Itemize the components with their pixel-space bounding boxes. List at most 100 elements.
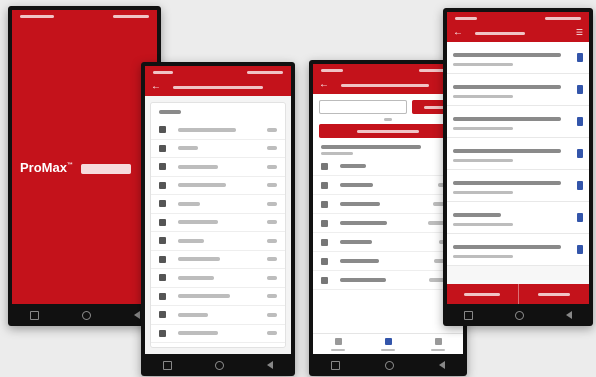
brand-title: ProMax™ — [20, 160, 131, 175]
details-row[interactable] — [151, 140, 285, 158]
system-nav-bar — [141, 354, 295, 376]
status-bar — [447, 12, 589, 24]
row-icon — [159, 329, 166, 337]
search-input[interactable] — [319, 100, 407, 114]
row-icon — [159, 163, 166, 171]
details-row[interactable] — [151, 288, 285, 306]
app-bar: ← — [313, 76, 463, 94]
app-bar: ← — [145, 78, 291, 96]
brand-name-tail — [80, 163, 131, 174]
document-item[interactable] — [447, 138, 589, 170]
list-item[interactable] — [313, 252, 463, 271]
list-item[interactable] — [313, 195, 463, 214]
status-bar — [313, 64, 463, 76]
home-icon[interactable] — [214, 360, 224, 370]
list-item[interactable] — [313, 157, 463, 176]
row-icon — [159, 181, 166, 189]
details-row[interactable] — [151, 232, 285, 251]
back-icon[interactable] — [566, 311, 572, 319]
document-item[interactable] — [447, 202, 589, 234]
tab-2[interactable] — [381, 337, 395, 351]
recent-apps-icon[interactable] — [29, 310, 39, 320]
back-icon[interactable] — [133, 311, 140, 319]
details-row[interactable] — [151, 306, 285, 325]
system-nav-bar — [309, 354, 467, 376]
item-icon — [321, 276, 328, 284]
phone-details: ← — [141, 62, 295, 376]
details-row[interactable] — [151, 158, 285, 177]
details-row[interactable] — [151, 251, 285, 269]
back-icon[interactable] — [267, 361, 274, 369]
bottom-button-2[interactable] — [519, 284, 590, 304]
bottom-button-1[interactable] — [447, 284, 519, 304]
menu-icon[interactable]: ☰ — [576, 28, 583, 38]
phone-splash: ProMax™ — [8, 6, 161, 326]
home-icon[interactable] — [81, 310, 91, 320]
row-icon — [159, 255, 166, 263]
document-icon[interactable] — [577, 181, 583, 190]
home-icon[interactable] — [384, 360, 394, 370]
document-icon[interactable] — [577, 213, 583, 222]
details-row[interactable] — [151, 121, 285, 140]
document-icon[interactable] — [577, 53, 583, 62]
item-icon — [321, 162, 328, 170]
documents-screen: ← ☰ — [447, 12, 589, 304]
bottom-button-bar — [447, 284, 589, 304]
status-bar — [12, 10, 157, 22]
tab-1-icon — [334, 337, 342, 345]
document-icon[interactable] — [577, 245, 583, 254]
details-screen: ← — [145, 66, 291, 354]
tab-2-icon — [384, 337, 392, 345]
brand-name: ProMax — [20, 160, 67, 175]
list-item[interactable] — [313, 176, 463, 195]
details-row[interactable] — [151, 214, 285, 232]
recent-apps-icon[interactable] — [162, 360, 172, 370]
row-icon — [159, 311, 166, 319]
brand-trademark: ™ — [66, 162, 73, 169]
list-item[interactable] — [313, 271, 463, 290]
row-icon — [159, 237, 166, 245]
system-nav-bar — [443, 304, 593, 326]
item-icon — [321, 200, 328, 208]
document-icon[interactable] — [577, 149, 583, 158]
document-icon[interactable] — [577, 85, 583, 94]
item-icon — [321, 238, 328, 246]
tab-1[interactable] — [331, 337, 345, 351]
list-item[interactable] — [313, 214, 463, 233]
recent-apps-icon[interactable] — [331, 360, 341, 370]
details-row[interactable] — [151, 325, 285, 343]
back-arrow-icon[interactable]: ← — [453, 28, 463, 38]
back-arrow-icon[interactable]: ← — [151, 82, 161, 92]
document-item[interactable] — [447, 234, 589, 266]
row-icon — [159, 218, 166, 226]
details-row[interactable] — [151, 195, 285, 214]
tab-3[interactable] — [431, 337, 445, 351]
select-button[interactable] — [319, 124, 457, 138]
item-icon — [321, 257, 328, 265]
document-item[interactable] — [447, 74, 589, 106]
row-icon — [159, 126, 166, 134]
document-item[interactable] — [447, 106, 589, 138]
document-item[interactable] — [447, 42, 589, 74]
row-icon — [159, 200, 166, 208]
search-screen: ← — [313, 64, 463, 354]
details-row[interactable] — [151, 269, 285, 288]
item-icon — [321, 219, 328, 227]
back-arrow-icon[interactable]: ← — [319, 80, 329, 90]
row-icon — [159, 144, 166, 152]
list-item[interactable] — [313, 233, 463, 252]
status-bar — [145, 66, 291, 78]
document-item[interactable] — [447, 170, 589, 202]
app-bar: ← ☰ — [447, 24, 589, 42]
details-card — [150, 102, 286, 348]
bottom-tab-bar — [313, 333, 463, 354]
row-icon — [159, 274, 166, 282]
back-icon[interactable] — [438, 361, 445, 369]
system-nav-bar — [8, 304, 161, 326]
item-icon — [321, 181, 328, 189]
splash-screen: ProMax™ — [12, 10, 157, 304]
details-row[interactable] — [151, 177, 285, 195]
home-icon[interactable] — [515, 310, 524, 320]
document-icon[interactable] — [577, 117, 583, 126]
recent-apps-icon[interactable] — [464, 310, 473, 320]
